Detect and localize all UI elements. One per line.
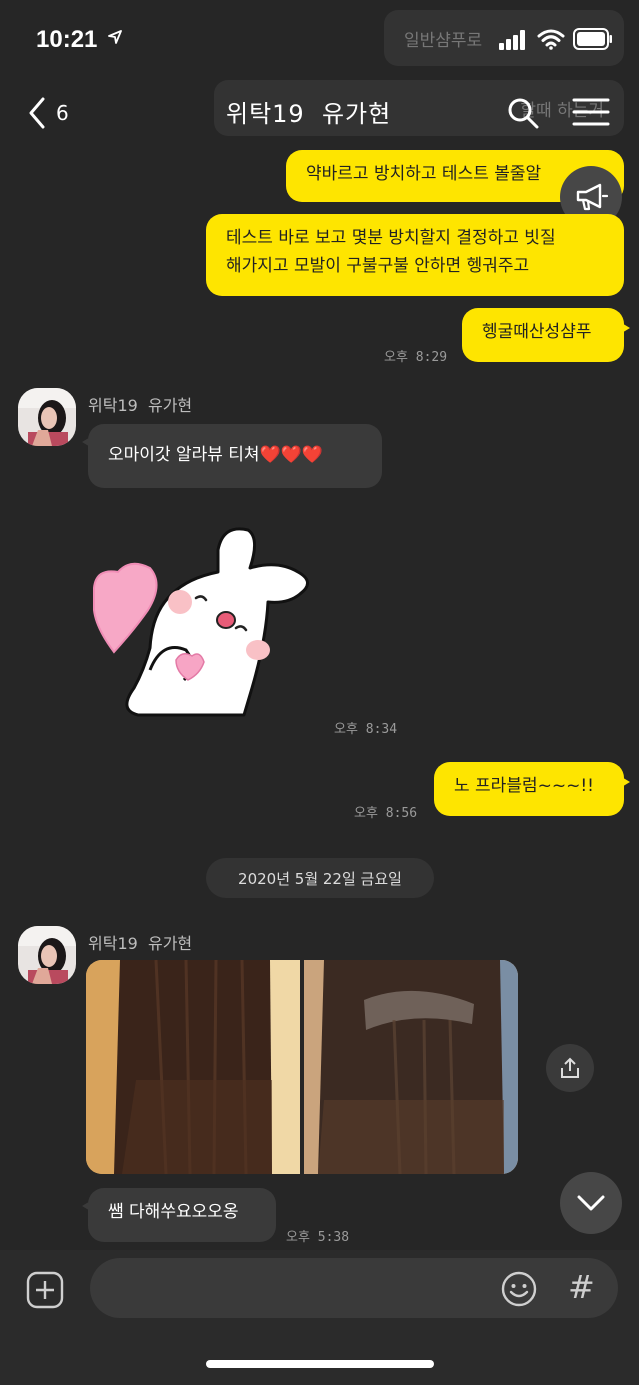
battery-icon	[573, 28, 612, 50]
message-text: 오마이갓 알라뷰 티쳐❤️❤️❤️	[108, 445, 324, 465]
message-text-line: 해가지고 모발이 구불구불 안하면 헹궈주고	[226, 256, 530, 276]
avatar[interactable]	[18, 388, 76, 446]
status-time: 10:21	[36, 26, 98, 53]
their-message-bubble[interactable]: 쌤 다해쑤요오오옹	[82, 1188, 276, 1242]
back-chevron-icon	[29, 97, 45, 129]
status-bar: 일반샴푸로 할때 하는거 10:21	[0, 0, 639, 136]
message-time: 오후 5:38	[286, 1230, 350, 1245]
wifi-icon	[537, 29, 565, 50]
my-message-bubble[interactable]: 테스트 바로 보고 몇분 방치할지 결정하고 빗질 해가지고 모발이 구불구불 …	[206, 214, 624, 296]
message-input[interactable]	[90, 1258, 618, 1318]
back-button[interactable]: 6	[28, 96, 80, 130]
sender-name: 위탁19 유가현	[88, 396, 193, 415]
avatar[interactable]	[18, 926, 76, 984]
photo-image	[86, 960, 300, 1174]
share-button[interactable]	[546, 1044, 594, 1092]
hair-photo-1[interactable]	[86, 960, 300, 1174]
message-time: 오후 8:56	[354, 806, 418, 821]
unread-count: 6	[56, 101, 69, 125]
message-time: 오후 8:34	[334, 722, 398, 737]
hash-icon[interactable]: #	[568, 1268, 595, 1306]
message-time: 오후 8:29	[384, 350, 448, 365]
message-text: 약바르고 방치하고 테스트 볼줄알	[306, 164, 542, 184]
megaphone-icon	[576, 183, 608, 211]
avatar-image	[18, 926, 76, 984]
date-text: 2020년 5월 22일 금요일	[238, 869, 402, 888]
search-icon[interactable]	[506, 96, 540, 130]
their-message-bubble[interactable]: 오마이갓 알라뷰 티쳐❤️❤️❤️	[82, 424, 382, 488]
scroll-to-bottom-button[interactable]	[560, 1172, 622, 1234]
chevron-down-icon	[577, 1195, 605, 1211]
my-message-bubble[interactable]: 노 프라블럼~~~!!	[434, 762, 630, 816]
hair-photo-2[interactable]	[304, 960, 518, 1174]
sender-name: 위탁19 유가현	[88, 934, 193, 953]
photo-image	[304, 960, 518, 1174]
avatar-image	[18, 388, 76, 446]
home-indicator	[206, 1360, 434, 1368]
message-text: 노 프라블럼~~~!!	[454, 776, 594, 796]
date-divider: 2020년 5월 22일 금요일	[206, 858, 434, 898]
chat-title: 위탁19 유가현	[226, 100, 392, 128]
ghost-preview-text-1: 일반샴푸로	[404, 30, 483, 51]
location-arrow-icon	[108, 30, 122, 44]
message-text: 헹굴때산성샴푸	[482, 322, 592, 342]
menu-icon[interactable]	[572, 97, 610, 127]
my-message-bubble[interactable]: 헹굴때산성샴푸	[462, 308, 630, 362]
emoji-icon[interactable]	[500, 1270, 538, 1308]
bunny-heart-sticker[interactable]	[88, 520, 328, 730]
share-icon	[561, 1057, 579, 1078]
message-text-line: 테스트 바로 보고 몇분 방치할지 결정하고 빗질	[226, 228, 556, 248]
plus-icon[interactable]	[26, 1271, 64, 1309]
message-text: 쌤 다해쑤요오오옹	[108, 1202, 239, 1222]
signal-icon	[499, 30, 525, 50]
